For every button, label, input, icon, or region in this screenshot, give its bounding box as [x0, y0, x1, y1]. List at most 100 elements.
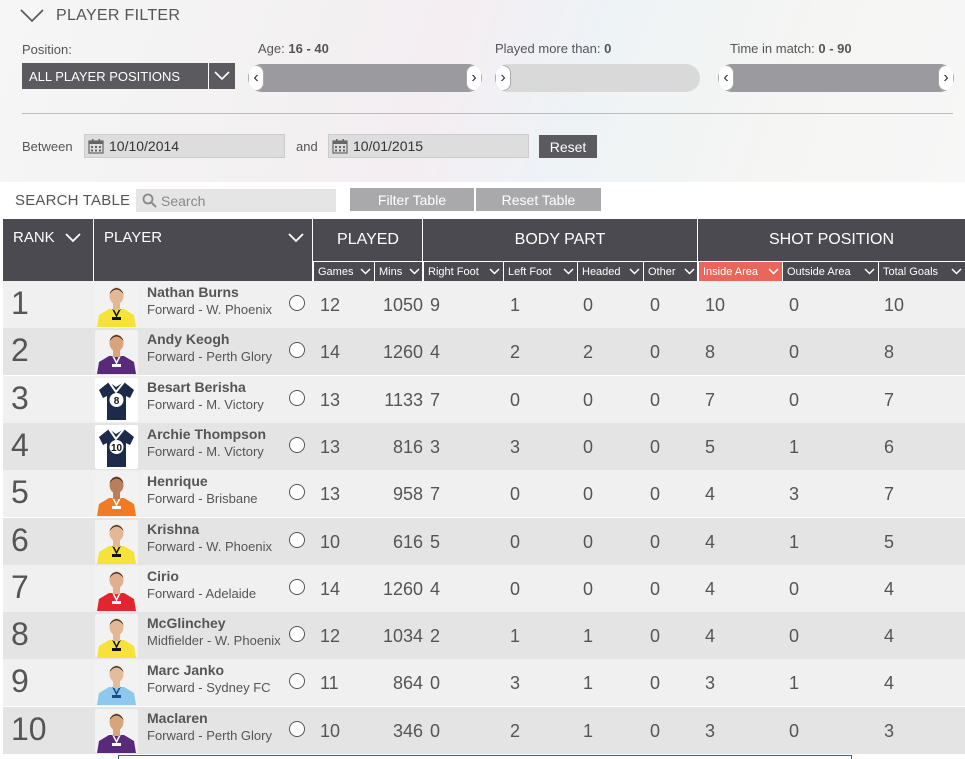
position-label: Position: [22, 42, 72, 57]
player-name[interactable]: Besart Berisha [147, 379, 246, 395]
player-select-radio[interactable] [289, 626, 305, 643]
search-input[interactable]: Search [136, 189, 336, 212]
table-row[interactable]: 1 Nathan Burns Forward - W. Phoenix 12 1050 9… [3, 281, 965, 328]
cell-left: 0 [510, 531, 521, 552]
age-slider-min-handle[interactable]: ‹ [248, 65, 264, 91]
time-slider-min-handle[interactable]: ‹ [718, 65, 734, 91]
played-slider-handle[interactable]: › [495, 65, 511, 91]
player-select-radio[interactable] [289, 342, 305, 359]
cell-right: 7 [430, 484, 441, 505]
svg-text:8: 8 [114, 396, 120, 407]
played-slider[interactable]: › [495, 64, 700, 92]
cell-total: 6 [884, 436, 895, 457]
table-row[interactable]: 7 Cirio Forward - Adelaide 14 1260 4 0 0 0 4 0 4 [3, 564, 965, 612]
player-select-radio[interactable] [289, 436, 305, 453]
age-slider[interactable]: ‹ › [248, 64, 482, 92]
cell-total: 4 [884, 626, 895, 647]
cell-total: 5 [884, 531, 895, 552]
date-from-value: 10/10/2014 [109, 138, 180, 154]
table-row[interactable]: 10 Maclaren Forward - Perth Glory 10 346 0 2 1 0… [3, 706, 965, 754]
player-name[interactable]: Nathan Burns [147, 284, 239, 300]
cell-left: 3 [510, 436, 521, 457]
player-select-radio[interactable] [289, 389, 305, 406]
between-label: Between [22, 139, 73, 154]
player-select-radio[interactable] [289, 295, 305, 311]
player-position-team: Forward - Sydney FC [147, 680, 271, 696]
rank-header[interactable]: RANK [13, 229, 81, 246]
date-from-input[interactable]: 10/10/2014 [84, 134, 285, 158]
table-row[interactable]: 8 McGlinchey Midfielder - W. Phoenix 12 1034… [3, 612, 965, 660]
player-select-radio[interactable] [289, 531, 305, 548]
chevron-left-icon: ‹ [253, 69, 259, 86]
cell-left: 0 [510, 484, 521, 505]
player-position-team: Forward - W. Phoenix [147, 538, 272, 554]
played-filter-label: Played more than: 0 [495, 41, 611, 56]
player-photo [95, 519, 138, 564]
player-select-radio[interactable] [289, 720, 305, 737]
divider [93, 219, 94, 281]
cell-games: 11 [320, 673, 339, 694]
subheader-total-goals[interactable]: Total Goals [878, 262, 965, 281]
table-row[interactable]: 2 Andy Keogh Forward - Perth Glory 14 1260 4 2… [3, 328, 965, 376]
cell-inside: 4 [705, 626, 716, 647]
reset-button[interactable]: Reset [539, 135, 597, 158]
cell-games: 12 [320, 626, 341, 647]
player-name[interactable]: McGlinchey [147, 615, 226, 631]
table-row[interactable]: 9 Marc Janko Forward - Sydney FC 11 864 0 3 1 0 3… [3, 659, 965, 707]
time-slider[interactable]: ‹ › [718, 64, 954, 92]
subheader-headed[interactable]: Headed [577, 262, 643, 281]
player-name[interactable]: Henrique [147, 473, 208, 489]
player-name[interactable]: Marc Janko [147, 662, 224, 678]
subheader-games[interactable]: Games [313, 262, 374, 281]
chevron-down-icon [20, 9, 44, 23]
filter-toggle[interactable]: PLAYER FILTER [20, 7, 180, 25]
filter-table-button[interactable]: Filter Table [350, 188, 474, 211]
time-slider-max-handle[interactable]: › [938, 65, 954, 91]
player-select-radio[interactable] [289, 578, 305, 595]
subheader-left-foot[interactable]: Left Foot [503, 262, 577, 281]
position-select[interactable]: ALL PLAYER POSITIONS [22, 63, 235, 89]
player-photo [95, 330, 138, 375]
table-row[interactable]: 6 Krishna Forward - W. Phoenix 10 616 5 0 0 0 4 1 5 [3, 517, 965, 565]
rank-cell: 5 [11, 474, 29, 511]
subheader-label: Right Foot [428, 265, 479, 278]
body-part-header: BODY PART [514, 231, 606, 248]
player-name[interactable]: Krishna [147, 521, 199, 537]
cell-total: 4 [884, 578, 895, 599]
subheader-inside-area[interactable]: Inside Area [698, 262, 782, 281]
subheader-other[interactable]: Other [643, 262, 698, 281]
date-to-input[interactable]: 10/01/2015 [328, 134, 529, 158]
played-value: 0 [604, 41, 612, 56]
table-row[interactable]: 3 8 Besart Berisha Forward - M. Victory 13 11… [3, 375, 965, 423]
cell-headed: 0 [583, 295, 594, 315]
player-photo [95, 614, 138, 659]
subheader-label: Total Goals [883, 265, 939, 278]
age-slider-max-handle[interactable]: › [466, 65, 482, 91]
player-name[interactable]: Maclaren [147, 710, 208, 726]
cell-headed: 1 [583, 720, 594, 741]
cell-left: 1 [510, 295, 521, 315]
player-select-radio[interactable] [289, 484, 305, 501]
player-header[interactable]: PLAYER [104, 229, 162, 246]
subheader-right-foot[interactable]: Right Foot [423, 262, 503, 281]
chevron-down-icon[interactable] [288, 233, 304, 243]
time-label: Time in match: [730, 41, 815, 56]
cell-right: 4 [430, 342, 441, 363]
player-header-label: PLAYER [104, 229, 163, 246]
subheader-mins[interactable]: Mins [374, 262, 423, 281]
rank-cell: 2 [11, 332, 29, 369]
player-name[interactable]: Andy Keogh [147, 331, 229, 347]
chevron-down-icon [208, 63, 235, 89]
player-select-radio[interactable] [289, 673, 305, 690]
reset-table-button[interactable]: Reset Table [476, 188, 601, 211]
table-row[interactable]: 5 Henrique Forward - Brisbane 13 958 7 0 0 0 4 3 7 [3, 470, 965, 518]
player-name[interactable]: Archie Thompson [147, 426, 266, 442]
chevron-right-icon: › [471, 69, 477, 86]
search-bar: SEARCH TABLE Search Filter Table Reset T… [3, 182, 965, 218]
table-row[interactable]: 4 10 Archie Thompson Forward - M. Victory 13… [3, 422, 965, 470]
cell-games: 10 [320, 531, 341, 552]
cell-outside: 0 [789, 389, 800, 410]
subheader-outside-area[interactable]: Outside Area [782, 262, 878, 281]
cell-total: 3 [884, 720, 895, 741]
player-name[interactable]: Cirio [147, 568, 179, 584]
